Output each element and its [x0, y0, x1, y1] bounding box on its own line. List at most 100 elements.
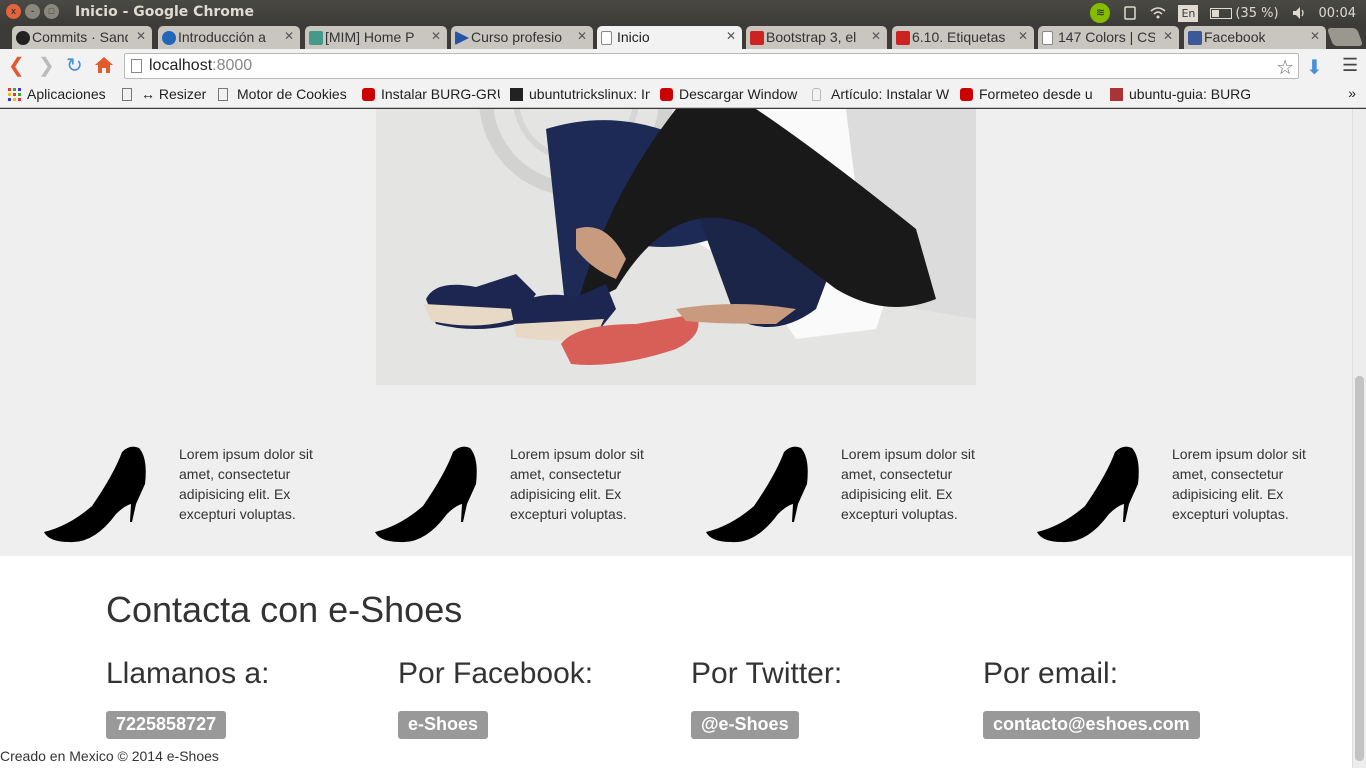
feature-text: Lorem ipsum dolor sit amet, consectetur …: [841, 446, 975, 522]
page-scrollbar[interactable]: [1352, 109, 1366, 768]
tab-introduccion[interactable]: Introducción a ✕: [158, 26, 300, 49]
menu-icon[interactable]: ☰: [1342, 55, 1358, 76]
tab-inicio[interactable]: Inicio ✕: [597, 26, 742, 49]
volume-icon[interactable]: [1291, 5, 1307, 21]
contact-phone: Llamanos a: 7225858727: [106, 657, 269, 739]
back-arrow-icon[interactable]: ❮: [8, 55, 25, 77]
bookmark-descargar-windows[interactable]: Descargar Window: [660, 86, 800, 102]
tab-commits[interactable]: Commits · Sand ✕: [12, 26, 152, 49]
spotify-icon[interactable]: ≋: [1090, 3, 1111, 23]
hero-image: [376, 109, 976, 385]
address-bar[interactable]: localhost:8000 ☆: [124, 53, 1299, 79]
close-icon[interactable]: ✕: [871, 29, 881, 43]
tab-colors[interactable]: 147 Colors | CS ✕: [1038, 26, 1179, 49]
tab-label: [MIM] Home P: [325, 29, 415, 45]
scrollbar-thumb[interactable]: [1355, 376, 1364, 761]
forward-arrow-icon[interactable]: ❯: [38, 55, 55, 77]
bookmark-formateo[interactable]: Formeteo desde u: [960, 86, 1100, 102]
new-tab-button[interactable]: [1326, 28, 1364, 46]
feature-item: Lorem ipsum dolor sit amet, consectetur …: [375, 444, 675, 554]
bookmark-label: Formeteo desde u: [979, 86, 1093, 102]
apps-icon: [8, 88, 21, 101]
bookmark-motor-cookies[interactable]: Motor de Cookies: [218, 86, 352, 102]
close-icon[interactable]: ✕: [431, 29, 441, 43]
window-minimize-button[interactable]: -: [25, 4, 40, 19]
tab-label: 147 Colors | CS: [1058, 29, 1155, 45]
tab-strip: Commits · Sand ✕ Introducción a ✕ [MIM] …: [0, 24, 1366, 49]
bookmark-label: Descargar Window: [679, 86, 798, 102]
contact-twitter-heading: Por Twitter:: [691, 657, 843, 690]
bookmark-articulo[interactable]: Artículo: Instalar W: [812, 86, 950, 102]
wifi-icon[interactable]: [1150, 5, 1166, 21]
youtube-icon: [960, 88, 973, 101]
github-icon: [16, 31, 30, 45]
youtube-icon: [660, 88, 673, 101]
contact-facebook-heading: Por Facebook:: [398, 657, 594, 690]
close-icon[interactable]: ✕: [1310, 29, 1320, 43]
bookmark-ubuntutricks[interactable]: ubuntutrickslinux: In: [510, 86, 650, 102]
browser-toolbar: ❮ ❯ ↻ localhost:8000 ☆ ⬇ ☰: [0, 49, 1366, 83]
close-icon[interactable]: ✕: [577, 29, 587, 43]
tab-label: Introducción a: [178, 29, 266, 45]
page-icon: [601, 31, 612, 45]
battery-indicator[interactable]: (35 %): [1210, 6, 1279, 21]
page-icon: [218, 88, 228, 101]
feature-item: Lorem ipsum dolor sit amet, consectetur …: [1037, 444, 1337, 554]
bookmarks-overflow-button[interactable]: »: [1348, 85, 1356, 101]
page-viewport: Lorem ipsum dolor sit amet, consectetur …: [0, 109, 1352, 768]
globe-icon: [162, 31, 176, 45]
tab-etiquetas[interactable]: 6.10. Etiquetas ✕: [892, 26, 1034, 49]
window-maximize-button[interactable]: □: [44, 4, 59, 19]
high-heel-shoe-icon: [44, 446, 146, 543]
bookmark-ubuntu-guia[interactable]: ubuntu-guia: BURG: [1110, 86, 1250, 102]
window-close-button[interactable]: x: [6, 4, 21, 19]
bookmark-label: ubuntutrickslinux: In: [529, 86, 650, 102]
high-heel-shoe-icon: [706, 446, 808, 543]
close-icon[interactable]: ✕: [726, 29, 736, 43]
close-icon[interactable]: ✕: [1163, 29, 1173, 43]
contact-phone-heading: Llamanos a:: [106, 657, 270, 690]
bookmark-label: Artículo: Instalar W: [831, 86, 950, 102]
tab-label: Curso profesio: [471, 29, 563, 45]
tab-label: Commits · Sand: [32, 29, 128, 45]
system-tray: ≋ En (35 %) 00:04: [1090, 3, 1356, 23]
bookmarks-bar: Aplicaciones ↔ Resizer Motor de Cookies …: [0, 83, 1366, 108]
ubuntu-guia-icon: [1110, 88, 1123, 101]
bottle-icon: [812, 88, 821, 101]
network-icon[interactable]: [1122, 5, 1138, 21]
bookmark-instalar-burg[interactable]: Instalar BURG-GRU: [362, 86, 500, 102]
bookmark-apps[interactable]: Aplicaciones: [8, 86, 113, 102]
home-icon[interactable]: [94, 56, 114, 74]
bookmark-label: Aplicaciones: [27, 86, 106, 102]
download-icon[interactable]: ⬇: [1306, 55, 1323, 80]
twitter-badge: @e-Shoes: [691, 711, 799, 739]
tab-bootstrap[interactable]: Bootstrap 3, el ✕: [746, 26, 887, 49]
window-title: Inicio - Google Chrome: [75, 4, 255, 20]
bookmark-label: Motor de Cookies: [237, 86, 347, 102]
reload-icon[interactable]: ↻: [66, 55, 83, 77]
high-heel-shoe-icon: [1037, 446, 1139, 543]
bookmark-label: ubuntu-guia: BURG: [1129, 86, 1250, 102]
tab-mim-home[interactable]: [MIM] Home P ✕: [305, 26, 447, 49]
bookmark-label: Instalar BURG-GRU: [381, 86, 500, 102]
tab-label: 6.10. Etiquetas: [912, 29, 1006, 45]
url-port: :8000: [212, 57, 253, 74]
mim-icon: [309, 31, 323, 45]
tab-curso[interactable]: Curso profesio ✕: [451, 26, 593, 49]
close-icon[interactable]: ✕: [136, 29, 146, 43]
bookmark-star-icon[interactable]: ☆: [1276, 55, 1294, 80]
page-icon: [1042, 31, 1053, 45]
close-icon[interactable]: ✕: [284, 29, 294, 43]
bookmark-resizer[interactable]: ↔ Resizer: [122, 86, 208, 102]
clock[interactable]: 00:04: [1319, 6, 1356, 21]
window-titlebar: x - □ Inicio - Google Chrome ≋ En (35 %)…: [0, 0, 1366, 24]
feature-item: Lorem ipsum dolor sit amet, consectetur …: [44, 444, 344, 554]
youtube-icon: [362, 88, 375, 101]
tab-label: Inicio: [617, 29, 650, 45]
email-badge: contacto@eshoes.com: [983, 711, 1200, 739]
close-icon[interactable]: ✕: [1018, 29, 1028, 43]
tab-facebook[interactable]: Facebook ✕: [1184, 26, 1326, 49]
contact-facebook: Por Facebook: e-Shoes: [398, 657, 593, 739]
page-icon: [131, 59, 142, 73]
keyboard-language-indicator[interactable]: En: [1178, 4, 1199, 22]
